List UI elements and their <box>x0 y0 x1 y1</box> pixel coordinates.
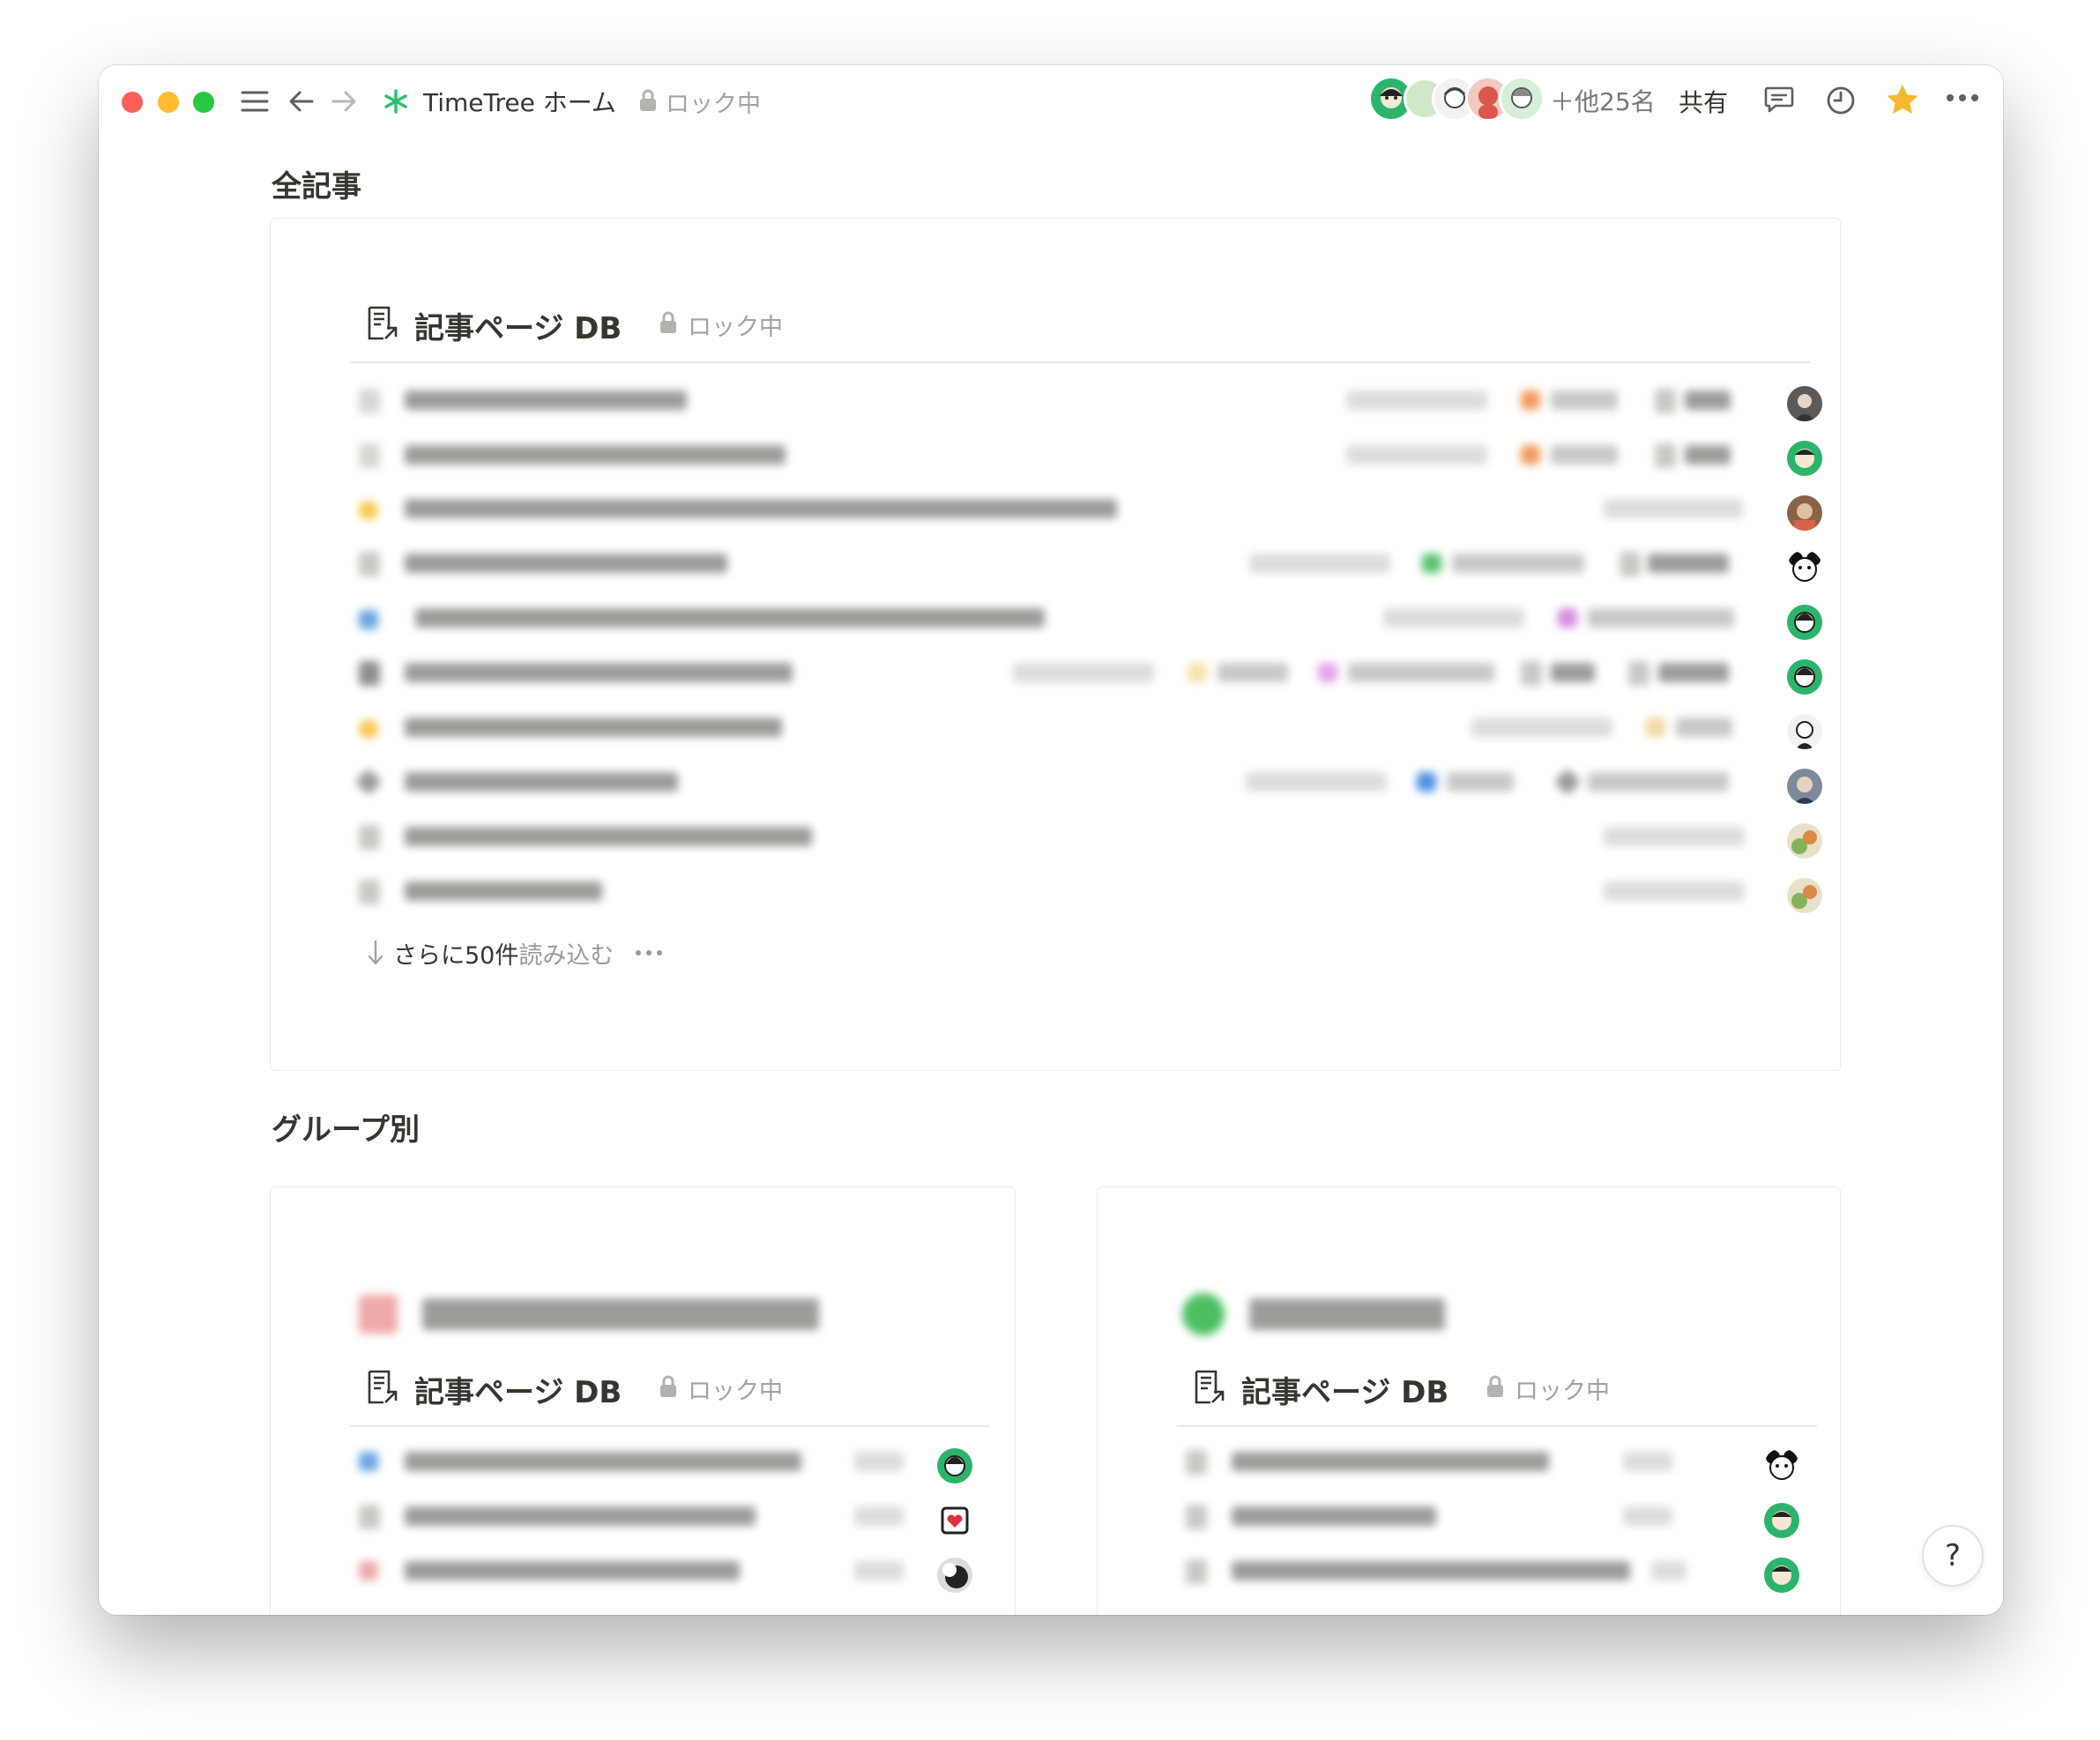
help-icon: ? <box>1944 1538 1962 1573</box>
share-button[interactable]: 共有 <box>1679 84 1728 119</box>
load-more-label: 読み込む <box>518 942 614 970</box>
all-articles-heading: 全記事 <box>272 169 361 204</box>
comment-icon[interactable] <box>1763 85 1795 115</box>
page-title-breadcrumb[interactable]: TimeTree ホーム <box>423 84 616 119</box>
app-window: TimeTree ホーム ロック中 ＋他25名 共有 全記事 記事ページ DB … <box>99 65 2003 1615</box>
row-owner-avatar[interactable] <box>937 1558 972 1593</box>
load-more-count: さらに50件 <box>393 942 519 970</box>
row-owner-avatar[interactable] <box>937 1503 972 1538</box>
zoom-window-button[interactable] <box>193 92 214 113</box>
help-button[interactable]: ? <box>1922 1525 1984 1587</box>
row-owner-avatar[interactable] <box>1787 495 1822 531</box>
row-owner-avatar[interactable] <box>1787 550 1822 585</box>
by-group-heading: グループ別 <box>272 1112 420 1148</box>
database-header-divider <box>350 1425 990 1427</box>
database-header-divider <box>350 361 1810 363</box>
row-owner-avatar[interactable] <box>1787 386 1822 421</box>
lock-icon <box>1487 1375 1503 1397</box>
database-lock-label: ロック中 <box>688 1378 783 1405</box>
more-dots-icon[interactable] <box>1945 92 1980 104</box>
lock-status-label: ロック中 <box>666 91 761 118</box>
down-arrow-icon <box>368 940 384 965</box>
more-dots-icon[interactable] <box>635 948 663 957</box>
lock-icon <box>660 1375 676 1397</box>
database-title[interactable]: 記事ページ DB <box>414 304 622 347</box>
row-owner-avatar[interactable] <box>1787 659 1822 695</box>
minimize-window-button[interactable] <box>158 92 179 113</box>
database-page-icon <box>368 1370 398 1404</box>
row-owner-avatar[interactable] <box>937 1448 972 1483</box>
timetree-logo-icon <box>384 89 407 114</box>
collaborator-avatar[interactable] <box>1499 76 1545 122</box>
history-clock-icon[interactable] <box>1825 85 1857 116</box>
row-owner-avatar[interactable] <box>1787 605 1822 640</box>
row-owner-avatar[interactable] <box>1764 1503 1799 1538</box>
back-arrow-icon[interactable] <box>287 88 316 115</box>
title-bar: TimeTree ホーム ロック中 ＋他25名 共有 <box>99 65 2003 132</box>
group-card: 記事ページ DB ロック中 <box>270 1186 1016 1615</box>
row-owner-avatar[interactable] <box>1764 1448 1799 1483</box>
database-lock-label: ロック中 <box>1515 1378 1610 1405</box>
group-card: 記事ページ DB ロック中 <box>1097 1186 1841 1615</box>
row-owner-avatar[interactable] <box>1764 1558 1799 1593</box>
row-owner-avatar[interactable] <box>1787 823 1822 859</box>
lock-icon <box>640 89 656 111</box>
other-collaborators-count[interactable]: ＋他25名 <box>1550 83 1656 118</box>
database-page-icon <box>1195 1370 1225 1404</box>
row-owner-avatar[interactable] <box>1787 878 1822 913</box>
favorite-star-icon[interactable] <box>1885 83 1920 116</box>
sidebar-toggle-icon[interactable] <box>240 88 270 115</box>
database-title[interactable]: 記事ページ DB <box>414 1368 622 1411</box>
lock-icon <box>660 311 676 333</box>
row-owner-avatar[interactable] <box>1787 769 1822 804</box>
database-page-icon <box>368 306 398 340</box>
load-more-button[interactable]: さらに50件読み込む <box>368 936 662 970</box>
database-title[interactable]: 記事ページ DB <box>1241 1368 1448 1411</box>
database-header-divider <box>1177 1425 1817 1427</box>
row-owner-avatar[interactable] <box>1787 441 1822 476</box>
database-lock-label: ロック中 <box>688 314 783 341</box>
forward-arrow-icon[interactable] <box>330 88 358 115</box>
close-window-button[interactable] <box>122 92 143 113</box>
row-owner-avatar[interactable] <box>1787 714 1822 749</box>
